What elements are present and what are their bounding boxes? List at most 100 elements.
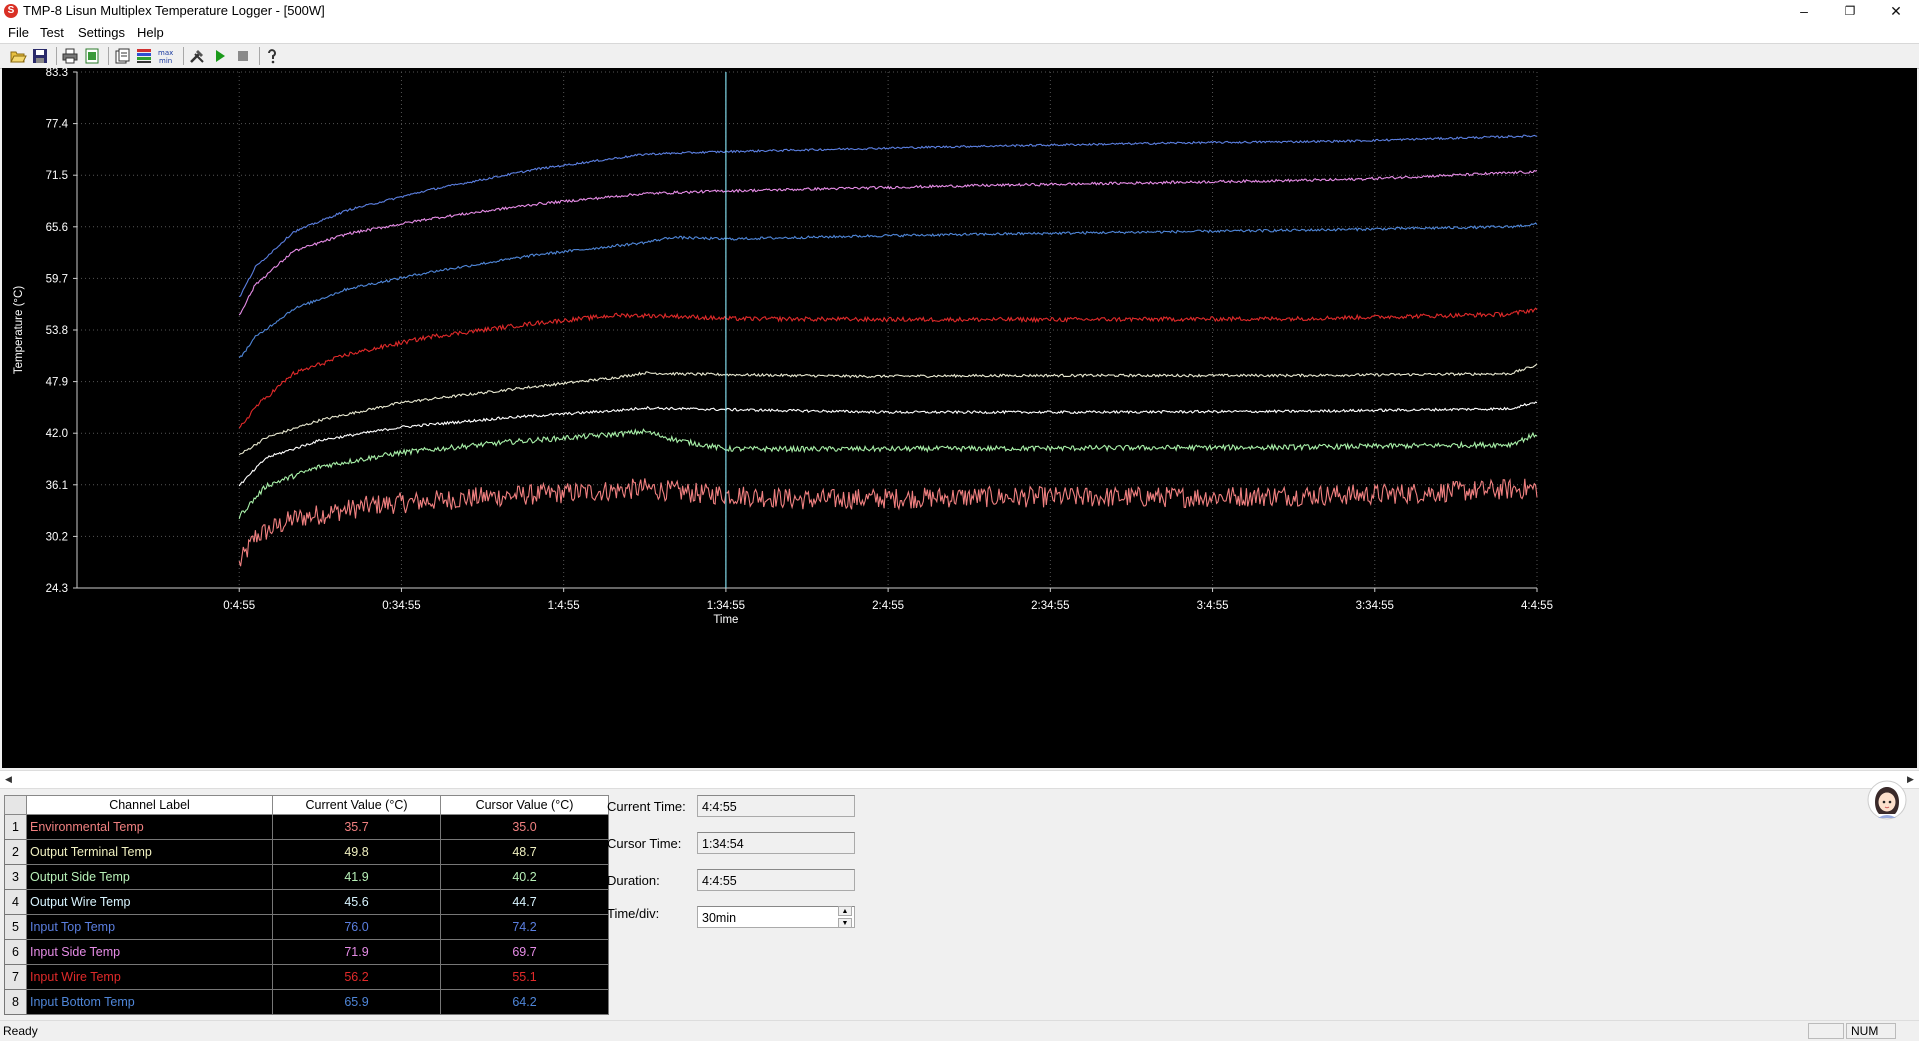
status-bar: Ready NUM <box>0 1020 1919 1041</box>
open-folder-icon[interactable] <box>9 47 27 65</box>
cursor-time-label: Cursor Time: <box>607 836 682 851</box>
current-value-header: Current Value (°C) <box>272 795 441 815</box>
y-tick-label: 30.2 <box>46 531 68 543</box>
table-header-row: Channel Label Current Value (°C) Cursor … <box>4 795 609 815</box>
x-tick-label: 2:34:55 <box>1031 600 1069 612</box>
cursor-value: 40.2 <box>440 864 609 890</box>
toolbar-separator <box>56 47 57 65</box>
table-row[interactable]: 5 Input Top Temp 76.0 74.2 <box>4 914 609 940</box>
row-number: 4 <box>4 889 27 915</box>
status-pane-empty <box>1808 1023 1844 1039</box>
print-preview-icon[interactable] <box>83 47 101 65</box>
minimize-button[interactable]: – <box>1781 0 1827 22</box>
time-div-field[interactable]: 30min <box>697 906 855 928</box>
y-tick-label: 42.0 <box>46 428 68 440</box>
channel-label: Input Top Temp <box>26 914 273 940</box>
channel-label: Environmental Temp <box>26 814 273 840</box>
row-number: 2 <box>4 839 27 865</box>
svg-text:max: max <box>158 49 173 57</box>
toolbar: max min 1 2 <box>0 43 1919 88</box>
current-value: 76.0 <box>272 914 441 940</box>
menu-bar: File Test Settings Help <box>0 22 1919 43</box>
num-lock-indicator: NUM <box>1846 1023 1896 1039</box>
tools-icon[interactable] <box>188 47 206 65</box>
save-icon[interactable] <box>31 47 49 65</box>
y-tick-label: 71.5 <box>46 170 68 182</box>
max-min-icon[interactable]: max min <box>157 47 175 65</box>
table-row[interactable]: 2 Output Terminal Temp 49.8 48.7 <box>4 839 609 865</box>
current-value: 65.9 <box>272 989 441 1015</box>
cursor-value: 74.2 <box>440 914 609 940</box>
chart-canvas: 83.3 77.4 71.5 65.6 59.7 53.8 47.9 42.0 36.1 30.2… <box>13 68 1553 626</box>
print-icon[interactable] <box>61 47 79 65</box>
cursor-value: 44.7 <box>440 889 609 915</box>
y-tick-label: 53.8 <box>46 325 68 337</box>
chart-horizontal-scrollbar[interactable]: ◀ ▶ <box>0 770 1919 789</box>
series-line-8 <box>238 222 1538 359</box>
time-div-spinner[interactable]: ▲ ▼ <box>838 906 852 928</box>
cursor-value: 35.0 <box>440 814 609 840</box>
current-value: 71.9 <box>272 939 441 965</box>
table-row[interactable]: 8 Input Bottom Temp 65.9 64.2 <box>4 989 609 1015</box>
duration-field: 4:4:55 <box>697 869 855 891</box>
channel-grid-icon[interactable] <box>135 47 153 65</box>
restore-button[interactable]: ❐ <box>1827 0 1873 22</box>
menu-file[interactable]: File <box>8 25 29 40</box>
temperature-chart[interactable]: 83.3 77.4 71.5 65.6 59.7 53.8 47.9 42.0 36.1 30.2… <box>2 68 1917 768</box>
row-number: 8 <box>4 989 27 1015</box>
stop-icon[interactable] <box>234 47 252 65</box>
y-tick-label: 24.3 <box>46 583 68 595</box>
series-line-4 <box>238 401 1538 487</box>
x-tick-label: 0:4:55 <box>223 600 255 612</box>
x-tick-label: 1:4:55 <box>548 600 580 612</box>
toolbar-separator <box>183 47 184 65</box>
row-number: 6 <box>4 939 27 965</box>
table-row[interactable]: 3 Output Side Temp 41.9 40.2 <box>4 864 609 890</box>
current-value: 35.7 <box>272 814 441 840</box>
row-number: 7 <box>4 964 27 990</box>
close-button[interactable]: ✕ <box>1873 0 1919 22</box>
app-icon: S <box>4 4 18 18</box>
y-tick-label: 83.3 <box>46 68 68 79</box>
current-value: 49.8 <box>272 839 441 865</box>
channel-label: Input Side Temp <box>26 939 273 965</box>
y-tick-label: 47.9 <box>46 377 68 389</box>
menu-settings[interactable]: Settings <box>78 25 125 40</box>
toolbar-separator <box>108 47 109 65</box>
play-icon[interactable] <box>211 47 229 65</box>
help-icon[interactable] <box>263 47 281 65</box>
table-row[interactable]: 7 Input Wire Temp 56.2 55.1 <box>4 964 609 990</box>
duration-label: Duration: <box>607 873 660 888</box>
x-tick-label: 2:4:55 <box>872 600 904 612</box>
row-number-header <box>4 795 27 815</box>
spin-down-icon[interactable]: ▼ <box>838 918 852 928</box>
current-time-field: 4:4:55 <box>697 795 855 817</box>
scroll-left-icon[interactable]: ◀ <box>0 771 17 788</box>
table-row[interactable]: 6 Input Side Temp 71.9 69.7 <box>4 939 609 965</box>
channel-label-header: Channel Label <box>26 795 273 815</box>
x-axis-label: Time <box>713 614 738 626</box>
table-row[interactable]: 4 Output Wire Temp 45.6 44.7 <box>4 889 609 915</box>
menu-test[interactable]: Test <box>40 25 64 40</box>
channel-label: Output Wire Temp <box>26 889 273 915</box>
cursor-value-header: Cursor Value (°C) <box>440 795 609 815</box>
channel-label: Input Bottom Temp <box>26 989 273 1015</box>
table-row[interactable]: 1 Environmental Temp 35.7 35.0 <box>4 814 609 840</box>
current-value: 56.2 <box>272 964 441 990</box>
page-setup-icon[interactable] <box>113 47 131 65</box>
row-number: 1 <box>4 814 27 840</box>
y-tick-label: 36.1 <box>46 480 68 492</box>
current-value: 41.9 <box>272 864 441 890</box>
window-title: TMP-8 Lisun Multiplex Temperature Logger… <box>23 3 325 18</box>
spin-up-icon[interactable]: ▲ <box>838 906 852 916</box>
cursor-value: 69.7 <box>440 939 609 965</box>
menu-help[interactable]: Help <box>137 25 164 40</box>
assistant-avatar[interactable] <box>1867 780 1907 820</box>
channel-label: Output Side Temp <box>26 864 273 890</box>
row-number: 3 <box>4 864 27 890</box>
x-tick-label: 0:34:55 <box>382 600 420 612</box>
cursor-value: 55.1 <box>440 964 609 990</box>
time-div-label: Time/div: <box>607 906 660 921</box>
cursor-value: 48.7 <box>440 839 609 865</box>
row-number: 5 <box>4 914 27 940</box>
